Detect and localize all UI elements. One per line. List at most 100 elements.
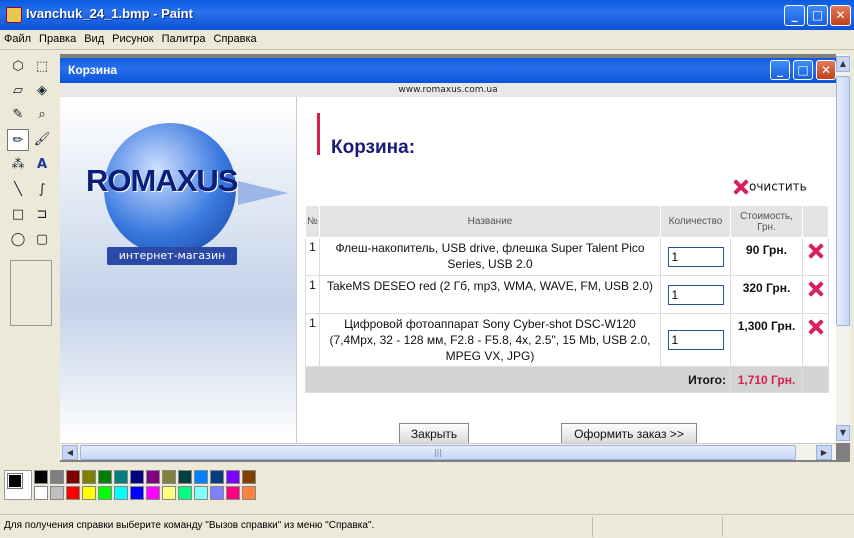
fill-bucket-icon[interactable]: ◈ [31,80,53,102]
palette-swatch[interactable] [226,486,240,500]
paint-title-bar[interactable]: Ivanchuk_24_1.bmp - Paint _ □ ✕ [0,0,854,30]
menu-help[interactable]: Справка [210,30,261,48]
horizontal-scroll-thumb[interactable]: ||| [80,445,796,460]
cart-minimize-icon: _ [770,60,790,80]
palette-swatch[interactable] [242,486,256,500]
palette-swatch[interactable] [82,486,96,500]
palette-swatch[interactable] [34,470,48,484]
color-picker-icon[interactable]: ✎ [7,104,29,126]
status-bar: Для получения справки выберите команду "… [0,514,854,538]
close-cart-button: Закрыть [399,423,469,445]
cart-webpage: www.romaxus.com.ua ROMAXUS интернет-мага… [60,83,836,445]
palette-swatch[interactable] [194,486,208,500]
logo-arrow-icon [238,181,288,205]
free-select-icon[interactable]: ⬡ [7,56,29,78]
delete-cell [802,275,829,314]
logo-text: ROMAXUS [86,163,238,198]
minimize-button[interactable]: _ [784,5,805,26]
cart-main-panel: Корзина: очистить № Название Количество … [296,97,836,445]
palette-swatch[interactable] [162,470,176,484]
rounded-rect-icon[interactable]: ▢ [31,229,53,251]
menu-image[interactable]: Рисунок [108,30,158,48]
palette-swatch[interactable] [162,486,176,500]
palette-swatch[interactable] [210,470,224,484]
row-price: 320 Грн. [730,275,803,314]
qty-input [667,330,724,350]
color-palette [0,466,854,506]
status-separator [722,517,723,537]
curve-icon[interactable]: ∫ [31,179,53,201]
palette-swatch[interactable] [178,470,192,484]
delete-cell [802,313,829,367]
current-colors-box[interactable] [4,470,32,500]
cart-close-icon: ✕ [816,60,836,80]
palette-swatch[interactable] [178,486,192,500]
maximize-button[interactable]: □ [807,5,828,26]
qty-cell [660,237,731,276]
toolbox: ⬡ ⬚ ▱ ◈ ✎ ⌕ ✏ 🖌 ⁂ A ╲ ∫ □ ⊐ ◯ ▢ [0,52,58,462]
scroll-down-icon[interactable]: ▼ [836,425,850,441]
palette-swatch[interactable] [194,470,208,484]
scroll-up-icon[interactable]: ▲ [836,56,850,72]
row-name: Цифровой фотоаппарат Sony Cyber-shot DSC… [319,313,661,367]
palette-swatch[interactable] [130,486,144,500]
palette-swatch[interactable] [98,470,112,484]
clear-x-icon [733,179,749,195]
palette-swatch[interactable] [98,486,112,500]
foreground-color [7,473,23,489]
eraser-icon[interactable]: ▱ [7,80,29,102]
palette-swatch[interactable] [146,470,160,484]
palette-swatch[interactable] [50,486,64,500]
palette-swatch[interactable] [34,486,48,500]
menu-palette[interactable]: Палитра [158,30,210,48]
total-value: 1,710 Грн. [730,366,803,393]
scroll-left-icon[interactable]: ◀ [62,445,78,460]
rect-select-icon[interactable]: ⬚ [31,56,53,78]
palette-swatch[interactable] [50,470,64,484]
paint-app-icon[interactable] [6,7,22,23]
tagline: интернет-магазин [107,247,237,265]
rectangle-icon[interactable]: □ [7,204,29,226]
table-header-row: № Название Количество Стоимость, Грн. [305,205,829,238]
palette-swatch[interactable] [130,470,144,484]
qty-input [667,284,724,305]
row-num: 1 [305,313,320,367]
delete-x-icon [808,243,824,259]
palette-swatch[interactable] [210,486,224,500]
pencil-icon[interactable]: ✏ [7,129,29,151]
palette-swatch[interactable] [82,470,96,484]
horizontal-scrollbar[interactable]: ◀ ||| ▶ [60,443,836,460]
left-banner: ROMAXUS интернет-магазин [60,97,296,443]
palette-swatch[interactable] [146,486,160,500]
row-name: Флеш-накопитель, USB drive, флешка Super… [319,237,661,276]
magnifier-icon[interactable]: ⌕ [31,104,53,126]
brush-icon[interactable]: 🖌 [31,129,53,151]
line-icon[interactable]: ╲ [7,179,29,201]
palette-swatch[interactable] [114,486,128,500]
scroll-right-icon[interactable]: ▶ [816,445,832,460]
menu-view[interactable]: Вид [80,30,108,48]
delete-x-icon [808,281,824,297]
tool-options-box[interactable] [10,260,52,326]
palette-swatch[interactable] [242,470,256,484]
palette-swatch[interactable] [66,486,80,500]
ellipse-icon[interactable]: ◯ [7,229,29,251]
checkout-button: Оформить заказ >> [561,423,697,445]
palette-swatch[interactable] [226,470,240,484]
vertical-scroll-thumb[interactable] [836,76,850,326]
cart-heading: Корзина: [331,137,416,158]
text-icon[interactable]: A [31,154,53,176]
airbrush-icon[interactable]: ⁂ [7,154,29,176]
palette-swatch[interactable] [66,470,80,484]
col-name: Название [319,205,661,238]
cart-table: № Название Количество Стоимость, Грн. 1 … [305,205,829,393]
vertical-scrollbar[interactable]: ▲ ▼ [836,54,850,443]
menu-edit[interactable]: Правка [35,30,80,48]
heading-accent-bar [317,113,320,155]
cart-window-title-bar: Корзина _ □ ✕ [60,58,836,83]
polygon-icon[interactable]: ⊐ [31,204,53,226]
window-title: Ivanchuk_24_1.bmp - Paint [26,6,193,21]
menu-file[interactable]: Файл [0,30,35,48]
palette-swatch[interactable] [114,470,128,484]
close-button[interactable]: ✕ [830,5,851,26]
